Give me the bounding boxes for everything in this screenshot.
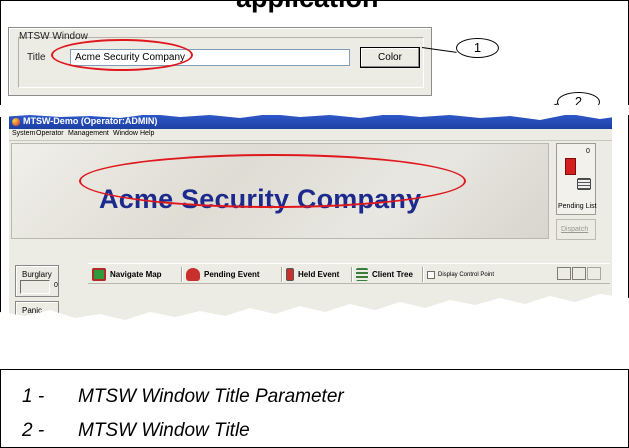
caption-1-number: 1 - [22,386,45,407]
client-tree-icon [356,268,368,281]
zoom-in-icon[interactable] [572,267,586,280]
pending-list-button[interactable]: 0 Pending List [556,143,597,215]
pending-event-label: Pending Event [204,270,260,279]
status-tile-label: Burglary [22,270,52,279]
navigate-map-button[interactable]: Navigate Map [92,267,162,282]
highlight-oval-banner [79,154,466,208]
display-control-point-checkbox[interactable]: Display Control Point [427,267,494,282]
callout-1: 1 [456,38,499,58]
alarm-icon [565,158,576,175]
toolbar-separator [351,267,352,282]
properties-group-title: MTSW Window [19,31,88,42]
color-button[interactable]: Color [360,47,420,68]
caption-2-text: MTSW Window Title [78,420,250,441]
section-heading-text: application [236,0,379,14]
checkbox-icon [427,270,435,279]
app-menubar: System Operator Management Window Help [9,129,612,141]
dispatch-button[interactable]: Dispatch [556,219,596,240]
status-tile-value: 0 [54,282,58,289]
highlight-oval-title-field [51,39,193,71]
toolbar-separator [181,267,182,282]
fit-view-button[interactable] [557,267,571,280]
menu-system[interactable]: System [12,130,35,137]
navigate-map-label: Navigate Map [110,270,162,279]
menu-management[interactable]: Management [68,130,109,137]
caption-1-text: MTSW Window Title Parameter [78,386,344,407]
pending-list-label: Pending List [558,203,597,210]
menu-operator[interactable]: Operator [36,130,64,137]
main-toolbar: Navigate Map Pending Event Held Event Cl… [88,263,610,284]
toolbar-separator [422,267,423,282]
client-tree-button[interactable]: Client Tree [356,267,413,282]
caption-2: 2 - MTSW Window Title [22,420,250,442]
held-event-label: Held Event [298,270,340,279]
caption-2-number: 2 - [22,420,45,441]
client-tree-label: Client Tree [372,270,413,279]
display-control-point-label: Display Control Point [438,271,495,278]
caption-divider [0,369,629,370]
held-event-icon [286,268,294,281]
menu-window[interactable]: Window [113,130,138,137]
stack-icon [577,178,591,190]
dispatch-label: Dispatch [561,226,589,233]
map-icon [92,268,106,281]
caption-1: 1 - MTSW Window Title Parameter [22,386,344,408]
torn-edge-bottom [0,294,629,370]
torn-edge-top [0,105,629,120]
menu-help[interactable]: Help [140,130,154,137]
toolbar-separator [281,267,282,282]
held-event-button[interactable]: Held Event [286,267,339,282]
pending-count: 0 [586,148,590,155]
pending-event-button[interactable]: Pending Event [186,267,260,282]
pending-event-icon [186,268,200,281]
section-heading: application [0,0,629,20]
title-field-label: Title [27,52,46,63]
zoom-out-icon[interactable] [587,267,601,280]
